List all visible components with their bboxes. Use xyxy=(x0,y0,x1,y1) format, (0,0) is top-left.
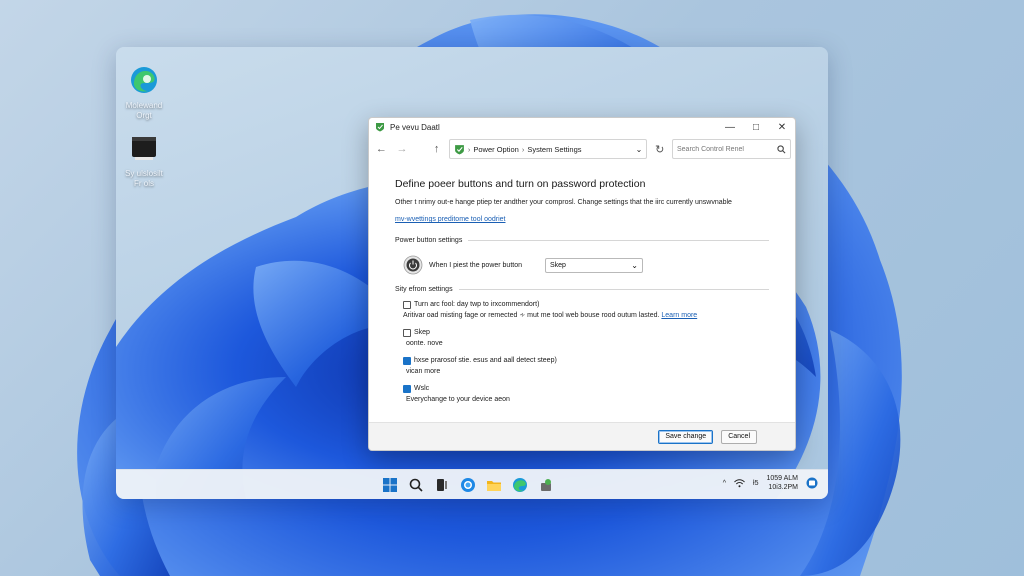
task-view-icon[interactable] xyxy=(432,475,452,495)
chevron-up-icon[interactable]: ^ xyxy=(723,480,726,487)
edge-icon xyxy=(131,67,157,93)
option-description: vican more xyxy=(406,368,441,375)
dialog-footer: Save change Cancel xyxy=(369,422,795,450)
search-input[interactable] xyxy=(676,145,777,153)
edge-icon[interactable] xyxy=(458,475,478,495)
search-icon[interactable] xyxy=(406,475,426,495)
section-title: Sity efrom settings xyxy=(395,286,453,293)
breadcrumb-power-options[interactable]: Power Option xyxy=(473,145,518,154)
inner-desktop: Molewand Orgt Sy ulslosilt Fr ols Pe vev… xyxy=(116,47,828,499)
option-sleep: Skep oonte. nove xyxy=(395,328,769,349)
page-title: Define poeer buttons and turn on passwor… xyxy=(395,178,646,190)
option-description: oonte. nove xyxy=(406,340,443,347)
navigation-bar: ← → ↑ › Power Option › System Settings ⌄… xyxy=(369,136,795,162)
breadcrumb-separator: › xyxy=(467,144,471,154)
power-button-label: When I piest the power button xyxy=(429,261,522,269)
save-changes-button[interactable]: Save change xyxy=(658,429,714,444)
search-box[interactable] xyxy=(671,139,791,159)
breadcrumb-system-settings[interactable]: System Settings xyxy=(527,145,581,154)
selected-value: Skep xyxy=(550,261,566,269)
refresh-icon[interactable]: ↻ xyxy=(651,140,668,158)
control-panel-icon xyxy=(376,123,384,132)
maximize-button[interactable]: □ xyxy=(743,118,769,136)
close-button[interactable]: ✕ xyxy=(769,118,795,136)
option-label: Wslc xyxy=(414,385,430,392)
search-icon[interactable] xyxy=(777,144,786,154)
page-description: Other t nrimy out-e hange ptiep ter andt… xyxy=(395,199,732,206)
breadcrumb-separator: › xyxy=(521,144,525,154)
option-description: Aritivar oad misting fage or remected ∻ … xyxy=(403,312,660,319)
taskbar-apps xyxy=(380,475,556,495)
checkbox-checked[interactable] xyxy=(403,357,411,365)
system-tray: ^ ł5 1059 ALM 10i3.2PM xyxy=(723,474,818,492)
file-explorer-icon[interactable] xyxy=(484,475,504,495)
change-settings-link[interactable]: mv-wvettings preditome tool oodriet xyxy=(395,216,506,223)
up-arrow-icon[interactable]: ↑ xyxy=(428,140,445,158)
option-label: hxse prarosof stie. esus and aall detect… xyxy=(414,357,557,364)
address-bar[interactable]: › Power Option › System Settings ⌄ xyxy=(448,139,648,159)
option-label: Skep xyxy=(414,329,430,336)
app-icon[interactable] xyxy=(536,475,556,495)
power-button-row: When I piest the power button Skep ⌄ xyxy=(395,255,769,275)
option-hibernate: hxse prarosof stie. esus and aall detect… xyxy=(395,356,769,377)
section-title: Power button settings xyxy=(395,237,463,244)
power-icon xyxy=(403,255,423,275)
clock-date: 10i3.2PM xyxy=(768,484,798,491)
checkbox-checked[interactable] xyxy=(403,385,411,393)
checkbox[interactable] xyxy=(403,329,411,337)
edge-icon[interactable] xyxy=(510,475,530,495)
title-bar: Pe vevu Daatl — □ ✕ xyxy=(369,118,795,136)
option-fast-startup: Turn arc fool: day twp to irxcommendort)… xyxy=(395,300,769,321)
windows-start-icon[interactable] xyxy=(380,475,400,495)
system-settings-window: Pe vevu Daatl — □ ✕ ← → ↑ › Power Option… xyxy=(368,117,796,451)
wifi-icon[interactable] xyxy=(734,478,745,488)
desktop-icon-label: Molewand Orgt xyxy=(125,101,163,120)
clock-time: 1059 ALM xyxy=(766,475,798,482)
shutdown-section-header: Sity efrom settings xyxy=(395,286,769,293)
notification-icon[interactable] xyxy=(806,477,818,489)
window-title: Pe vevu Daatl xyxy=(390,122,440,132)
learn-more-link[interactable]: Learn more xyxy=(661,312,697,319)
taskbar: ^ ł5 1059 ALM 10i3.2PM xyxy=(116,469,828,499)
control-panel-icon xyxy=(454,144,464,154)
power-button-action-select[interactable]: Skep ⌄ xyxy=(545,257,643,273)
chevron-down-icon[interactable]: ⌄ xyxy=(636,145,643,154)
terminal-icon xyxy=(132,137,156,160)
cancel-button[interactable]: Cancel xyxy=(721,429,757,444)
option-label: Turn arc fool: day twp to irxcommendort) xyxy=(414,301,540,308)
clock[interactable]: 1059 ALM 10i3.2PM xyxy=(766,474,798,492)
option-description: Everychange to your device aeon xyxy=(406,396,510,403)
chevron-down-icon: ⌄ xyxy=(631,260,638,270)
forward-arrow-icon[interactable]: → xyxy=(394,140,411,158)
minimize-button[interactable]: — xyxy=(717,118,743,136)
desktop-icon-label: Sy ulslosilt Fr ols xyxy=(125,169,163,188)
back-arrow-icon[interactable]: ← xyxy=(373,140,390,158)
desktop-icon-terminal[interactable]: Sy ulslosilt Fr ols xyxy=(116,133,174,189)
option-lock: Wslc Everychange to your device aeon xyxy=(395,384,769,405)
settings-content: Define poeer buttons and turn on passwor… xyxy=(369,162,795,405)
power-button-section-header: Power button settings xyxy=(395,237,769,244)
volume-icon[interactable]: ł5 xyxy=(753,480,758,487)
checkbox[interactable] xyxy=(403,301,411,309)
desktop-icon-edge[interactable]: Molewand Orgt xyxy=(116,65,174,121)
